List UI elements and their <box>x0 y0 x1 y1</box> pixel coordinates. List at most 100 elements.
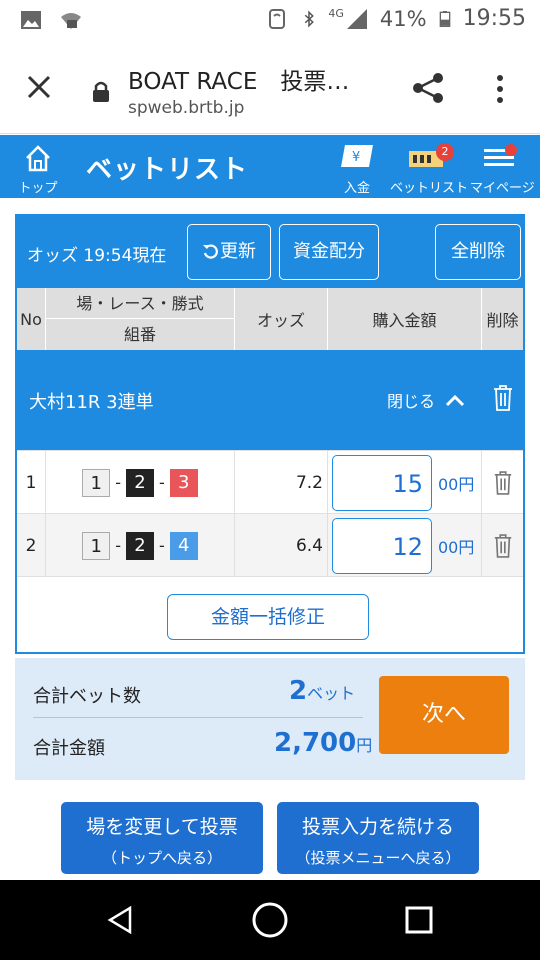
header-amount: 購入金額 <box>328 288 482 350</box>
change-venue-button[interactable]: 場を変更して投票 （トップへ戻る） <box>61 802 263 874</box>
row-odds: 6.4 <box>235 514 328 577</box>
total-bets-unit: ベット <box>307 684 356 703</box>
summary-divider <box>33 717 363 718</box>
recents-icon[interactable] <box>405 906 433 934</box>
deposit-button[interactable]: ¥ 入金 <box>335 143 379 196</box>
browser-bar: BOAT RACE 投票… spweb.brtb.jp <box>0 42 540 134</box>
bulk-edit-button[interactable]: 金額一括修正 <box>167 594 369 640</box>
row-delete <box>482 451 523 514</box>
trash-icon[interactable] <box>492 384 514 412</box>
collapse-button[interactable]: 閉じる <box>387 388 466 412</box>
deposit-label: 入金 <box>343 181 370 196</box>
next-button[interactable]: 次へ <box>379 676 509 754</box>
page-url[interactable]: spweb.brtb.jp <box>128 98 244 118</box>
refresh-icon <box>203 244 218 259</box>
allocate-button[interactable]: 資金配分 <box>279 224 379 280</box>
status-bar: 4G 41% 19:55 <box>0 0 540 42</box>
separator: - <box>115 536 121 555</box>
home-button[interactable]: トップ <box>14 143 62 196</box>
boat-number-3rd: 4 <box>169 531 198 560</box>
share-icon[interactable] <box>410 70 446 106</box>
continue-input-label: 投票入力を続ける <box>301 816 454 838</box>
continue-input-sub: （投票メニューへ戻る） <box>295 849 461 867</box>
boat-number-2nd: 2 <box>126 468 154 497</box>
row-delete <box>482 514 523 577</box>
network-type: 4G <box>328 7 344 20</box>
total-amount-label: 合計金額 <box>33 738 105 759</box>
trash-icon[interactable] <box>493 470 513 496</box>
separator: - <box>115 473 121 492</box>
separator: - <box>159 473 165 492</box>
table-header: No 場・レース・勝式 組番 オッズ 購入金額 削除 <box>17 288 523 350</box>
header-odds: オッズ <box>235 288 328 350</box>
boat-number-2nd: 2 <box>126 531 154 560</box>
home-icon <box>26 145 50 172</box>
race-group-header: 大村11R 3連単 閉じる <box>17 350 523 450</box>
table-row: 2 1-2-4 6.4 12 00円 <box>17 513 523 577</box>
table-row: 1 1-2-3 7.2 15 00円 <box>17 450 523 514</box>
betlist-label: ベットリスト <box>390 181 469 196</box>
row-combo: 1-2-3 <box>46 451 235 514</box>
app-title: ベットリスト <box>86 155 249 185</box>
summary-box: 合計ベット数 2ベット 合計金額 2,700円 次へ <box>15 658 525 780</box>
collapse-label: 閉じる <box>387 392 436 411</box>
menu-icon <box>484 144 517 166</box>
battery-icon <box>439 10 450 27</box>
amount-input[interactable]: 15 <box>332 454 432 511</box>
close-icon[interactable] <box>24 72 54 102</box>
bet-list-panel: オッズ 19:54現在 更新 資金配分 全削除 No 場・レース・勝式 組番 オ… <box>15 214 525 654</box>
row-divider <box>17 576 523 577</box>
row-odds: 7.2 <box>235 451 328 514</box>
amount-unit: 00円 <box>438 474 475 494</box>
total-amount-unit: 円 <box>356 736 373 755</box>
lock-icon <box>93 81 109 102</box>
mypage-label: マイページ <box>470 181 535 196</box>
chevron-up-icon <box>446 394 465 407</box>
page-title: BOAT RACE 投票… <box>128 69 350 95</box>
boat-number-3rd: 3 <box>169 468 198 497</box>
system-nav-bar <box>0 880 540 960</box>
mypage-button[interactable]: マイページ <box>470 143 535 196</box>
trash-icon[interactable] <box>493 533 513 559</box>
odds-bar: オッズ 19:54現在 更新 資金配分 全削除 <box>17 216 523 288</box>
amount-input[interactable]: 12 <box>332 517 432 574</box>
header-combo-label: 組番 <box>123 325 156 344</box>
home-circle-icon[interactable] <box>251 901 289 939</box>
header-place-label: 場・レース・勝式 <box>45 288 235 319</box>
header-place: 場・レース・勝式 組番 <box>45 288 235 350</box>
header-no: No <box>17 288 46 350</box>
svg-text:¥: ¥ <box>352 150 360 165</box>
row-no: 2 <box>17 514 46 577</box>
row-amount: 12 00円 <box>328 514 482 577</box>
app-header: トップ ベットリスト ¥ 入金 2 ベットリスト マイページ <box>0 135 540 198</box>
battery-percent: 41% <box>379 6 427 31</box>
row-combo: 1-2-4 <box>46 514 235 577</box>
total-bets-number: 2 <box>289 676 308 706</box>
change-venue-sub: （トップへ戻る） <box>101 849 222 867</box>
row-amount: 15 00円 <box>328 451 482 514</box>
more-icon[interactable] <box>490 72 510 106</box>
total-amount-value: 2,700円 <box>274 728 372 758</box>
total-amount-number: 2,700 <box>274 728 357 758</box>
gallery-icon <box>21 11 41 29</box>
boat-number-1st: 1 <box>82 468 111 497</box>
header-delete: 削除 <box>486 311 519 330</box>
delete-all-button[interactable]: 全削除 <box>435 224 521 280</box>
back-icon[interactable] <box>106 905 136 935</box>
nfc-icon <box>269 8 286 29</box>
total-bets-label: 合計ベット数 <box>33 686 141 707</box>
home-label: トップ <box>18 181 58 196</box>
race-group-title: 大村11R 3連単 <box>29 392 154 413</box>
bluetooth-icon <box>305 9 315 28</box>
continue-input-button[interactable]: 投票入力を続ける （投票メニューへ戻る） <box>277 802 479 874</box>
signal-icon <box>346 8 367 29</box>
refresh-button[interactable]: 更新 <box>187 224 271 280</box>
betlist-badge: 2 <box>436 143 454 161</box>
betlist-button[interactable]: 2 ベットリスト <box>390 143 469 196</box>
row-no: 1 <box>17 451 46 514</box>
amount-unit: 00円 <box>438 537 475 557</box>
wifi-off-icon <box>61 13 81 29</box>
refresh-label: 更新 <box>220 241 256 262</box>
clock: 19:55 <box>462 6 526 31</box>
total-bets-value: 2ベット <box>289 676 355 706</box>
